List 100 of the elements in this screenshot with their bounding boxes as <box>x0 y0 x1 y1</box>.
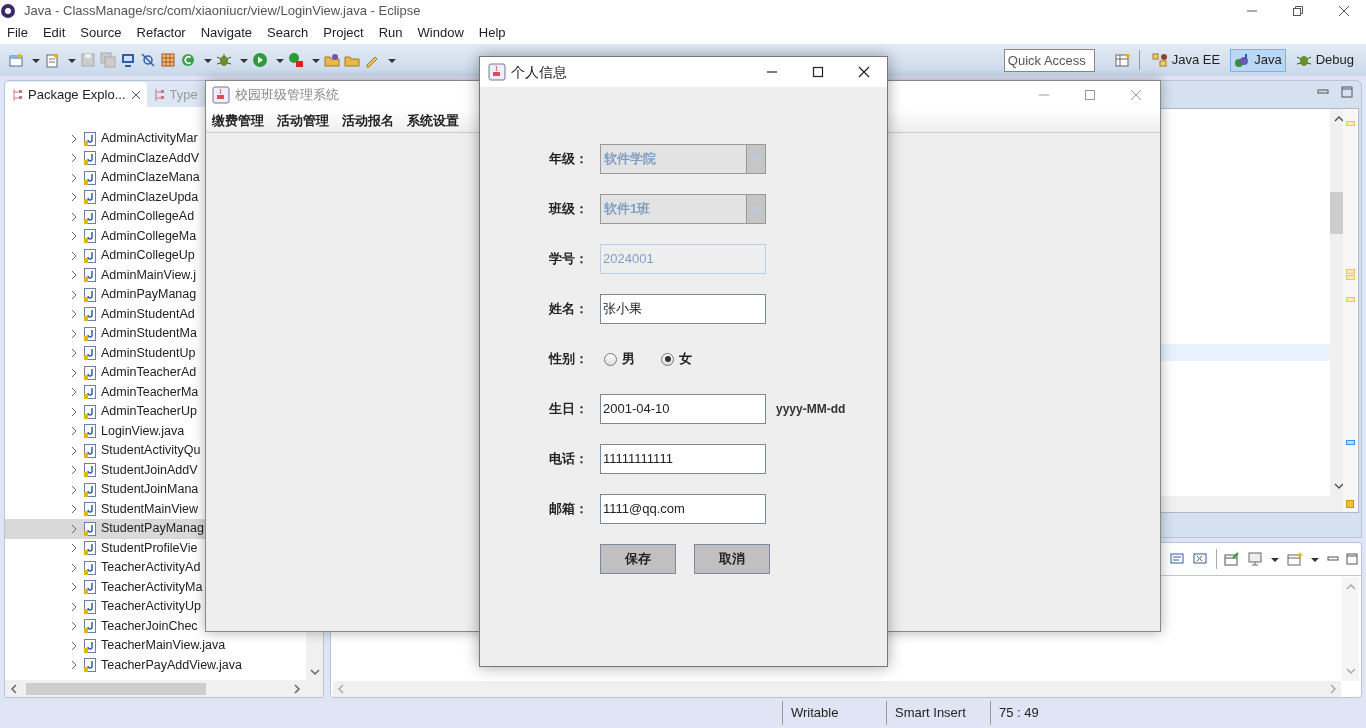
run-tool-icon[interactable] <box>288 52 304 68</box>
scroll-left-icon[interactable] <box>10 683 18 694</box>
menu-item[interactable]: Source <box>80 23 122 43</box>
menu-item[interactable]: Run <box>378 23 403 43</box>
expand-chevron-icon[interactable] <box>69 504 79 515</box>
expand-chevron-icon[interactable] <box>69 172 79 183</box>
menu-item[interactable]: Project <box>323 23 364 43</box>
tree-item[interactable]: AdminActivityMar <box>5 129 205 149</box>
tree-item[interactable]: AdminCollegeMa <box>5 226 205 246</box>
tree-item[interactable]: AdminMainView.j <box>5 265 205 285</box>
pin-window-icon[interactable] <box>1224 551 1240 567</box>
expand-chevron-icon[interactable] <box>69 562 79 573</box>
tree-item[interactable]: StudentJoinAddV <box>5 460 205 480</box>
expand-chevron-icon[interactable] <box>69 660 79 671</box>
tree-item[interactable]: TeacherActivityAd <box>5 558 205 578</box>
expand-chevron-icon[interactable] <box>69 348 79 359</box>
tree-item[interactable]: AdminStudentUp <box>5 343 205 363</box>
scroll-down-icon[interactable] <box>309 668 320 676</box>
tree-item[interactable]: AdminTeacherMa <box>5 382 205 402</box>
grid-icon[interactable] <box>160 52 176 68</box>
open-perspective-icon[interactable] <box>1114 52 1131 68</box>
tree-item[interactable]: AdminClazeUpda <box>5 187 205 207</box>
expand-chevron-icon[interactable] <box>69 192 79 203</box>
expand-chevron-icon[interactable] <box>69 445 79 456</box>
menu-item[interactable]: 系统设置 <box>407 110 459 131</box>
expand-chevron-icon[interactable] <box>69 211 79 222</box>
menu-item[interactable]: 缴费管理 <box>212 110 264 131</box>
expand-chevron-icon[interactable] <box>69 367 79 378</box>
expand-chevron-icon[interactable] <box>69 465 79 476</box>
tree-item[interactable]: TeacherJoinChec <box>5 616 205 636</box>
tree-item[interactable]: TeacherMainView.java <box>5 636 306 656</box>
expand-chevron-icon[interactable] <box>69 640 79 651</box>
perspective-button[interactable]: Java <box>1230 48 1286 72</box>
text-field[interactable]: 11111111111 <box>600 444 766 474</box>
expand-chevron-icon[interactable] <box>69 250 79 261</box>
folder-icon[interactable] <box>324 52 340 68</box>
view-tab[interactable]: Package Explo... <box>5 82 147 107</box>
warning-marker[interactable] <box>1346 269 1355 274</box>
tree-item[interactable]: StudentJoinMana <box>5 480 205 500</box>
quick-access-field[interactable]: Quick Access <box>1003 48 1095 72</box>
close-icon[interactable] <box>1338 5 1350 17</box>
dialog-button[interactable]: 取消 <box>694 544 770 574</box>
radio-option[interactable]: 女 <box>661 349 692 369</box>
tree-item[interactable]: AdminClazeMana <box>5 168 205 188</box>
expand-chevron-icon[interactable] <box>69 231 79 242</box>
maximize-icon[interactable] <box>812 66 824 78</box>
expand-chevron-icon[interactable] <box>69 289 79 300</box>
horizontal-scrollbar[interactable] <box>5 680 323 697</box>
tree-item[interactable]: StudentMainView <box>5 499 205 519</box>
expand-chevron-icon[interactable] <box>69 601 79 612</box>
text-field[interactable]: 张小果 <box>600 294 766 324</box>
menu-item[interactable]: 活动管理 <box>277 110 329 131</box>
expand-chevron-icon[interactable] <box>69 621 79 632</box>
menu-item[interactable]: Search <box>267 23 309 43</box>
expand-chevron-icon[interactable] <box>69 484 79 495</box>
display-icon[interactable] <box>1247 551 1263 567</box>
expand-chevron-icon[interactable] <box>69 270 79 281</box>
tree-item[interactable]: StudentProfileVie <box>5 538 205 558</box>
tree-item[interactable]: AdminCollegeUp <box>5 246 205 266</box>
play-icon[interactable] <box>252 52 268 68</box>
tree-item[interactable]: AdminTeacherAd <box>5 363 205 383</box>
tree-item[interactable]: LoginView.java <box>5 421 205 441</box>
warning-marker[interactable] <box>1346 297 1355 302</box>
scroll-up-icon[interactable] <box>1333 115 1344 123</box>
text-field[interactable]: 2001-04-10 <box>600 394 766 424</box>
text-field[interactable]: 1111@qq.com <box>600 494 766 524</box>
menu-item[interactable]: Window <box>417 23 464 43</box>
tree-item[interactable]: TeacherActivityMa <box>5 577 205 597</box>
perspective-button[interactable]: Debug <box>1291 48 1358 72</box>
perspective-button[interactable]: Java EE <box>1147 48 1225 72</box>
expand-chevron-icon[interactable] <box>69 543 79 554</box>
tree-item[interactable]: TeacherPayAddView.java <box>5 655 306 675</box>
menu-item[interactable]: Edit <box>42 23 66 43</box>
monitor-icon[interactable] <box>120 52 136 68</box>
restore-icon[interactable] <box>1292 5 1304 17</box>
close-icon[interactable] <box>858 66 870 78</box>
tree-item[interactable]: AdminClazeAddV <box>5 148 205 168</box>
tree-item[interactable]: StudentPayManag <box>5 519 205 539</box>
new-window-icon[interactable] <box>1287 551 1303 567</box>
expand-chevron-icon[interactable] <box>69 582 79 593</box>
menu-item[interactable]: File <box>7 23 28 43</box>
expand-chevron-icon[interactable] <box>69 387 79 398</box>
radio-button[interactable] <box>604 352 617 366</box>
tree-item[interactable]: AdminCollegeAd <box>5 207 205 227</box>
expand-chevron-icon[interactable] <box>69 426 79 437</box>
tree-item[interactable]: AdminStudentAd <box>5 304 205 324</box>
warning-summary-marker[interactable] <box>1346 500 1354 508</box>
expand-chevron-icon[interactable] <box>69 309 79 320</box>
remove-icon[interactable] <box>1193 551 1209 567</box>
expand-chevron-icon[interactable] <box>69 328 79 339</box>
menu-item[interactable]: Help <box>478 23 506 43</box>
expand-chevron-icon[interactable] <box>69 406 79 417</box>
expand-chevron-icon[interactable] <box>69 523 79 534</box>
menu-item[interactable]: Navigate <box>200 23 252 43</box>
scroll-right-icon[interactable] <box>293 683 301 694</box>
warning-marker[interactable] <box>1346 275 1355 280</box>
menu-item[interactable]: 活动报名 <box>342 110 394 131</box>
tree-item[interactable]: AdminPayManag <box>5 285 205 305</box>
expand-chevron-icon[interactable] <box>69 153 79 164</box>
tree-item[interactable]: AdminTeacherUp <box>5 402 205 422</box>
